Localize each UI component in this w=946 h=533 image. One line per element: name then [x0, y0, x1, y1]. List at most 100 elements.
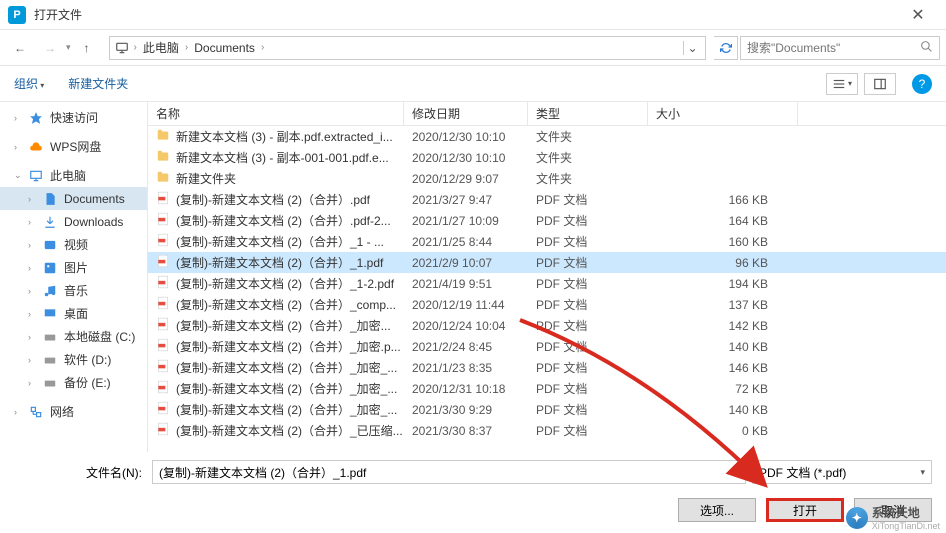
net-icon: [28, 404, 44, 420]
chevron-icon: ›: [14, 142, 22, 152]
organize-menu[interactable]: 组织: [14, 75, 44, 92]
sidebar-item[interactable]: ›网络: [0, 400, 147, 423]
sidebar-item[interactable]: › 备份 (E:): [0, 371, 147, 394]
file-row[interactable]: (复制)-新建文本文档 (2)（合并）_已压缩... 2021/3/30 8:3…: [148, 420, 946, 441]
col-date[interactable]: 修改日期: [404, 102, 528, 125]
window-title: 打开文件: [34, 6, 898, 23]
file-date: 2021/3/30 8:37: [404, 424, 528, 438]
file-date: 2020/12/29 9:07: [404, 172, 528, 186]
file-type: PDF 文档: [528, 191, 648, 208]
options-button[interactable]: 选项...: [678, 498, 756, 522]
watermark: ✦ 系统天地 XiTongTianDi.net: [846, 504, 940, 531]
col-type[interactable]: 类型: [528, 102, 648, 125]
cloud-icon: [28, 139, 44, 155]
address-bar[interactable]: › 此电脑 › Documents › ⌄: [109, 36, 706, 60]
file-row[interactable]: (复制)-新建文本文档 (2)（合并）_加密... 2020/12/24 10:…: [148, 315, 946, 336]
file-row[interactable]: (复制)-新建文本文档 (2)（合并）_加密.p... 2021/2/24 8:…: [148, 336, 946, 357]
pc-icon: [114, 40, 130, 56]
up-button[interactable]: ↑: [73, 34, 101, 62]
filename-label: 文件名(N):: [14, 464, 146, 481]
sidebar-item[interactable]: ⌄此电脑: [0, 164, 147, 187]
sidebar-label: 视频: [64, 236, 88, 253]
file-name: (复制)-新建文本文档 (2)（合并）_1-2.pdf: [176, 275, 394, 292]
sidebar-item[interactable]: ›桌面: [0, 302, 147, 325]
sidebar-item[interactable]: ›Documents: [0, 187, 147, 210]
file-type: 文件夹: [528, 149, 648, 166]
file-type: PDF 文档: [528, 296, 648, 313]
file-row[interactable]: (复制)-新建文本文档 (2)（合并）.pdf 2021/3/27 9:47 P…: [148, 189, 946, 210]
file-row[interactable]: (复制)-新建文本文档 (2)（合并）_1.pdf 2021/2/9 10:07…: [148, 252, 946, 273]
refresh-button[interactable]: [714, 36, 738, 60]
file-row[interactable]: (复制)-新建文本文档 (2)（合并）_1-2.pdf 2021/4/19 9:…: [148, 273, 946, 294]
file-row[interactable]: 新建文本文档 (3) - 副本-001-001.pdf.e... 2020/12…: [148, 147, 946, 168]
file-row[interactable]: (复制)-新建文本文档 (2)（合并）_1 - ... 2021/1/25 8:…: [148, 231, 946, 252]
file-name: (复制)-新建文本文档 (2)（合并）_已压缩...: [176, 422, 403, 439]
app-icon: P: [8, 6, 26, 24]
pdf-icon: [156, 317, 170, 334]
chevron-icon: ›: [14, 113, 22, 123]
file-size: 142 KB: [648, 319, 798, 333]
pdf-icon: [156, 338, 170, 355]
filename-input[interactable]: [152, 460, 746, 484]
file-row[interactable]: (复制)-新建文本文档 (2)（合并）_加密_... 2021/3/30 9:2…: [148, 399, 946, 420]
file-name: (复制)-新建文本文档 (2)（合并）_1.pdf: [176, 254, 383, 271]
file-row[interactable]: (复制)-新建文本文档 (2)（合并）_comp... 2020/12/19 1…: [148, 294, 946, 315]
file-type: PDF 文档: [528, 359, 648, 376]
col-name[interactable]: 名称: [148, 102, 404, 125]
breadcrumb-item[interactable]: Documents: [188, 37, 261, 59]
sidebar-item[interactable]: ›软件 (D:): [0, 348, 147, 371]
view-mode-button[interactable]: ▾: [826, 73, 858, 95]
file-type-filter[interactable]: PDF 文档 (*.pdf) ▾: [752, 460, 932, 484]
disk-icon: [42, 375, 58, 391]
file-size: 96 KB: [648, 256, 798, 270]
file-type: 文件夹: [528, 128, 648, 145]
file-row[interactable]: (复制)-新建文本文档 (2)（合并）.pdf-2... 2021/1/27 1…: [148, 210, 946, 231]
sidebar-label: WPS网盘: [50, 138, 101, 155]
sidebar-item[interactable]: ›本地磁盘 (C:): [0, 325, 147, 348]
chevron-down-icon[interactable]: ▾: [735, 464, 740, 475]
preview-pane-button[interactable]: [864, 73, 896, 95]
chevron-icon: ›: [14, 407, 22, 417]
new-folder-button[interactable]: 新建文件夹: [68, 75, 128, 92]
column-headers: 名称 修改日期 类型 大小: [148, 102, 946, 126]
sidebar-item[interactable]: ›视频: [0, 233, 147, 256]
sidebar-label: Documents: [64, 192, 125, 206]
file-name: (复制)-新建文本文档 (2)（合并）.pdf-2...: [176, 212, 391, 229]
history-dropdown-icon[interactable]: ▾: [66, 42, 71, 53]
file-date: 2021/1/25 8:44: [404, 235, 528, 249]
sidebar-item[interactable]: ›图片: [0, 256, 147, 279]
pdf-icon: [156, 212, 170, 229]
file-row[interactable]: (复制)-新建文本文档 (2)（合并）_加密_... 2020/12/31 10…: [148, 378, 946, 399]
pdf-icon: [156, 296, 170, 313]
forward-button[interactable]: →: [36, 34, 64, 62]
chevron-icon: ›: [28, 378, 36, 388]
back-button[interactable]: ←: [6, 34, 34, 62]
file-date: 2020/12/19 11:44: [404, 298, 528, 312]
chevron-down-icon: ▾: [848, 79, 852, 88]
sidebar-item[interactable]: ›快速访问: [0, 106, 147, 129]
watermark-logo-icon: ✦: [846, 507, 868, 529]
file-name: (复制)-新建文本文档 (2)（合并）_1 - ...: [176, 233, 384, 250]
search-box[interactable]: [740, 36, 940, 60]
sidebar-label: 备份 (E:): [64, 374, 111, 391]
sidebar-item[interactable]: ›音乐: [0, 279, 147, 302]
file-row[interactable]: 新建文本文档 (3) - 副本.pdf.extracted_i... 2020/…: [148, 126, 946, 147]
file-name: 新建文本文档 (3) - 副本-001-001.pdf.e...: [176, 149, 389, 166]
search-input[interactable]: [747, 41, 920, 55]
file-date: 2020/12/30 10:10: [404, 130, 528, 144]
address-dropdown-icon[interactable]: ⌄: [683, 41, 701, 55]
breadcrumb-item[interactable]: 此电脑: [137, 37, 185, 59]
file-size: 0 KB: [648, 424, 798, 438]
col-size[interactable]: 大小: [648, 102, 798, 125]
file-row[interactable]: (复制)-新建文本文档 (2)（合并）_加密_... 2021/1/23 8:3…: [148, 357, 946, 378]
sidebar-item[interactable]: › WPS网盘: [0, 135, 147, 158]
chevron-right-icon: ›: [261, 42, 264, 53]
file-row[interactable]: 新建文件夹 2020/12/29 9:07 文件夹: [148, 168, 946, 189]
help-button[interactable]: ?: [912, 74, 932, 94]
sidebar-item[interactable]: ›Downloads: [0, 210, 147, 233]
sidebar-label: 图片: [64, 259, 88, 276]
open-button[interactable]: 打开: [766, 498, 844, 522]
sidebar-label: 桌面: [64, 305, 88, 322]
close-button[interactable]: ✕: [898, 0, 938, 30]
chevron-icon: ›: [28, 332, 36, 342]
